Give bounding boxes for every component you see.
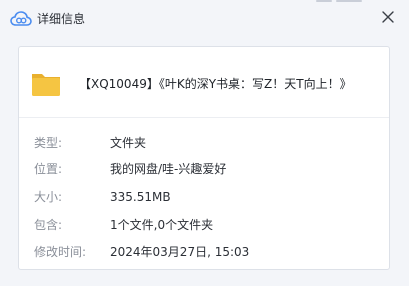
dialog-title: 详细信息 — [37, 12, 86, 26]
details-card: 【XQ10049】《叶K的深Y书桌：写Z！天T向上！》 类型: 文件夹 位置: … — [18, 46, 390, 270]
detail-value: 我的网盘/哇-兴趣爱好 — [110, 162, 227, 176]
folder-icon — [32, 74, 60, 96]
divider — [19, 117, 389, 118]
detail-row-contains: 包含: 1个文件,0个文件夹 — [34, 216, 379, 234]
title-bar: 详细信息 — [0, 0, 409, 38]
detail-value: 1个文件,0个文件夹 — [110, 218, 214, 232]
cloud-icon — [10, 11, 32, 26]
detail-label: 位置: — [34, 162, 63, 176]
details-dialog: 详细信息 【XQ10049】《叶K的深Y书桌：写Z！天T向上！》 类型: 文件夹… — [0, 0, 409, 286]
detail-label: 包含: — [34, 218, 63, 232]
detail-value: 文件夹 — [110, 136, 147, 150]
detail-row-modified: 修改时间: 2024年03月27日, 15:03 — [34, 243, 379, 261]
file-name: 【XQ10049】《叶K的深Y书桌：写Z！天T向上！》 — [79, 77, 352, 91]
detail-label: 类型: — [34, 136, 63, 150]
close-icon[interactable] — [377, 6, 399, 28]
detail-row-location: 位置: 我的网盘/哇-兴趣爱好 — [34, 160, 379, 178]
detail-label: 修改时间: — [34, 245, 87, 259]
detail-value: 335.51MB — [110, 190, 171, 204]
detail-row-type: 类型: 文件夹 — [34, 134, 379, 152]
detail-row-size: 大小: 335.51MB — [34, 188, 379, 206]
detail-value: 2024年03月27日, 15:03 — [110, 245, 250, 259]
detail-label: 大小: — [34, 190, 63, 204]
